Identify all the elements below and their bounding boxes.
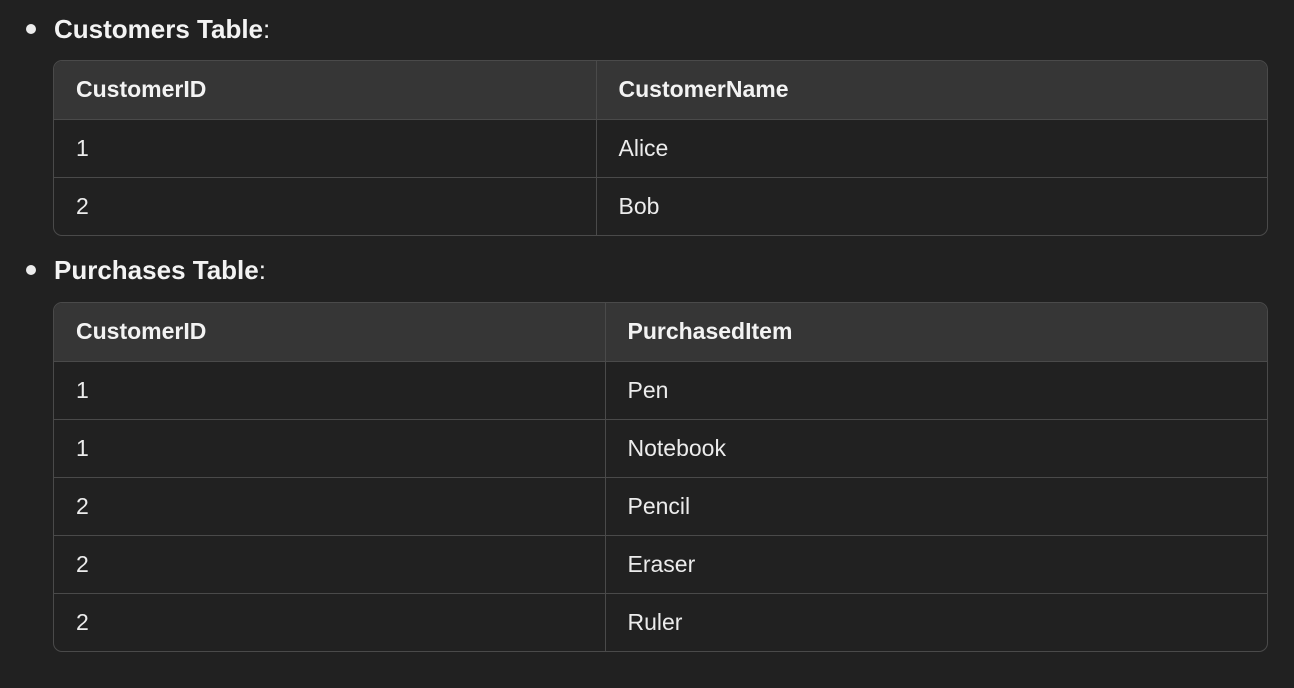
cell-purchaseditem: Pencil — [604, 477, 1267, 535]
bullet-icon — [26, 265, 36, 275]
customers-table-title: Customers Table — [54, 14, 264, 44]
column-header-purchaseditem: PurchasedItem — [604, 303, 1267, 361]
purchases-table-title: Purchases Table — [54, 255, 259, 285]
cell-purchaseditem: Pen — [604, 361, 1267, 419]
cell-customerid: 1 — [76, 134, 89, 161]
purchases-table: CustomerID PurchasedItem 1 Pen 1 Noteboo… — [53, 302, 1268, 652]
cell-purchaseditem: Eraser — [604, 535, 1267, 593]
bullet-icon — [26, 24, 36, 34]
customers-list-item: Customers Table: — [0, 14, 600, 44]
cell-customerid: 2 — [76, 608, 89, 635]
purchases-list-item: Purchases Table: — [0, 255, 600, 285]
table-header-row: CustomerID CustomerName — [54, 61, 1267, 119]
customers-table: CustomerID CustomerName 1 Alice 2 Bob — [53, 60, 1268, 236]
table-row: 1 Alice — [54, 119, 1267, 177]
table-row: 2 Pencil — [54, 477, 1267, 535]
column-header-customerid: CustomerID — [76, 76, 207, 103]
table-row: 1 Notebook — [54, 419, 1267, 477]
cell-customerid: 2 — [76, 492, 89, 519]
table-row: 1 Pen — [54, 361, 1267, 419]
cell-customername: Alice — [595, 119, 1267, 177]
column-header-customerid: CustomerID — [76, 318, 207, 345]
table-row: 2 Eraser — [54, 535, 1267, 593]
cell-customername: Bob — [595, 177, 1267, 235]
heading-colon: : — [263, 14, 271, 44]
table-row: 2 Ruler — [54, 593, 1267, 651]
cell-customerid: 1 — [76, 434, 89, 461]
table-header-row: CustomerID PurchasedItem — [54, 303, 1267, 361]
customers-table-heading: Customers Table: — [54, 14, 270, 44]
cell-purchaseditem: Notebook — [604, 419, 1267, 477]
table-row: 2 Bob — [54, 177, 1267, 235]
cell-customerid: 2 — [76, 550, 89, 577]
column-header-customername: CustomerName — [595, 61, 1267, 119]
purchases-table-heading: Purchases Table: — [54, 255, 266, 285]
cell-customerid: 1 — [76, 376, 89, 403]
cell-purchaseditem: Ruler — [604, 593, 1267, 651]
heading-colon: : — [258, 255, 266, 285]
cell-customerid: 2 — [76, 192, 89, 219]
